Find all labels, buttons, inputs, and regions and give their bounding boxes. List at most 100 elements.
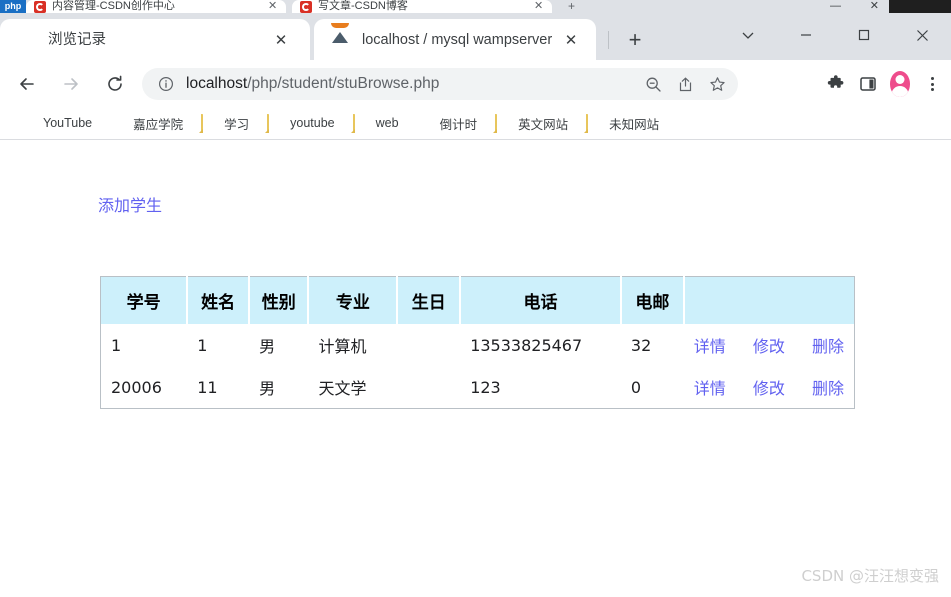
watermark: CSDN @汪汪想变强: [801, 567, 939, 585]
three-dot-menu-icon[interactable]: [917, 68, 947, 100]
cell-email: 32: [630, 335, 652, 355]
tab-browse-history-close-icon[interactable]: ✕: [270, 29, 292, 51]
minimize-icon[interactable]: [777, 20, 835, 50]
background-minimize-button[interactable]: —: [830, 0, 841, 13]
bookmark-label: 英文网站: [518, 117, 569, 132]
phpmyadmin-icon: [330, 22, 350, 50]
reload-icon[interactable]: [100, 69, 130, 99]
toolbar-right-actions: [819, 68, 947, 100]
cell-birthday: [397, 366, 460, 409]
add-student-link[interactable]: 添加学生: [98, 192, 162, 216]
bookmark-label: web: [375, 116, 399, 130]
student-table-body: 1 1 男 计算机 13533825467 32 详情 修改 删除 20006 …: [101, 324, 855, 409]
background-tab-2[interactable]: 写文章-CSDN博客: [292, 0, 552, 13]
maximize-icon[interactable]: [835, 20, 893, 50]
bookmark-label: YouTube: [43, 116, 93, 130]
background-window-badge: php: [0, 0, 26, 13]
tab-phpmyadmin-title: localhost / mysql wampserver: [362, 31, 553, 48]
youtube-icon: [20, 115, 36, 131]
browser-toolbar: localhost/php/student/stuBrowse.php: [0, 60, 951, 107]
info-circle-icon[interactable]: [158, 76, 174, 92]
edit-link[interactable]: 修改: [753, 379, 785, 398]
cell-sex: 男: [259, 337, 276, 356]
column-header-email: 电邮: [620, 276, 685, 324]
new-tab-button[interactable]: +: [622, 27, 648, 53]
folder-icon: [352, 114, 369, 133]
bookmark-youtube[interactable]: YouTube: [12, 111, 100, 135]
cell-major: 计算机: [318, 337, 367, 356]
bookmark-label: youtube: [290, 116, 335, 130]
bookmark-folder-web[interactable]: web: [345, 111, 407, 135]
detail-link[interactable]: 详情: [694, 337, 726, 356]
folder-icon: [267, 114, 283, 133]
bookmark-folder-english-sites[interactable]: 英文网站: [487, 111, 576, 135]
bookmark-folder-study[interactable]: 学习: [193, 111, 257, 135]
bookmark-folder-youtube[interactable]: youtube: [259, 111, 342, 135]
csdn-icon: [34, 1, 46, 13]
tab-phpmyadmin[interactable]: localhost / mysql wampserver ✕: [314, 19, 596, 60]
background-window-right-edge: [889, 0, 951, 13]
tab-phpmyadmin-close-icon[interactable]: ✕: [560, 29, 582, 51]
address-bar-actions: [634, 68, 730, 100]
column-header-major: 专业: [308, 276, 399, 324]
cell-birthday: [397, 324, 460, 366]
delete-link[interactable]: 删除: [812, 337, 844, 356]
background-tab-2-title: 写文章-CSDN博客: [318, 0, 408, 12]
delete-link[interactable]: 删除: [812, 379, 844, 398]
cell-phone: 13533825467: [470, 335, 583, 355]
close-icon[interactable]: [893, 20, 951, 50]
background-tab-1[interactable]: 内容管理-CSDN创作中心: [26, 0, 286, 13]
column-header-sex: 性别: [249, 276, 310, 324]
column-header-phone: 电话: [460, 276, 622, 324]
tab-strip: 浏览记录 ✕ localhost / mysql wampserver ✕ +: [0, 13, 951, 60]
student-table: 学号 姓名 性别 专业 生日 电话 电邮 1 1 男 计算机 135338254…: [100, 276, 855, 409]
cell-name: 11: [197, 377, 218, 397]
table-row: 1 1 男 计算机 13533825467 32 详情 修改 删除: [101, 324, 855, 366]
share-icon[interactable]: [672, 71, 698, 97]
csdn-icon: [300, 1, 312, 13]
star-icon[interactable]: [704, 71, 730, 97]
cell-name: 1: [197, 335, 208, 355]
browser-window: 浏览记录 ✕ localhost / mysql wampserver ✕ +: [0, 13, 951, 597]
bookmark-label: 未知网站: [609, 117, 660, 132]
cell-sex: 男: [259, 379, 276, 398]
edit-link[interactable]: 修改: [753, 337, 785, 356]
bookmark-label: 倒计时: [439, 117, 478, 132]
zoom-out-icon[interactable]: [640, 71, 666, 97]
puzzle-icon[interactable]: [821, 68, 851, 100]
tab-browse-history[interactable]: 浏览记录 ✕: [0, 19, 310, 60]
cell-id: 1: [111, 335, 122, 355]
cell-id: 20006: [111, 377, 162, 397]
background-tab-2-close[interactable]: ✕: [534, 0, 543, 13]
wamp-w-icon: [16, 30, 36, 50]
column-header-birthday: 生日: [397, 276, 462, 324]
table-row: 20006 11 男 天文学 123 0 详情 修改 删除: [101, 366, 855, 409]
bookmark-label: 学习: [224, 117, 250, 132]
column-header-actions: [683, 276, 855, 324]
cell-actions: 详情 修改 删除: [684, 366, 855, 409]
bookmark-label: 嘉应学院: [133, 117, 184, 132]
bookmarks-bar: YouTube 嘉应学院 学习 youtube web 倒计时 英文网站 未知网…: [0, 107, 951, 140]
background-new-tab-button[interactable]: +: [568, 0, 575, 13]
background-close-button[interactable]: ✕: [870, 0, 879, 13]
background-window-tabstrip: php 内容管理-CSDN创作中心 ✕ 写文章-CSDN博客 ✕ + — ✕: [0, 0, 951, 13]
bookmark-countdown[interactable]: 倒计时: [409, 111, 486, 135]
blue-circle-icon: [110, 115, 126, 131]
tab-search-chevron-down-icon[interactable]: [719, 20, 777, 50]
detail-link[interactable]: 详情: [694, 379, 726, 398]
bookmark-folder-unknown-sites[interactable]: 未知网站: [578, 111, 667, 135]
avatar[interactable]: [885, 68, 915, 100]
url-path: /php/student/stuBrowse.php: [247, 75, 440, 92]
back-arrow-icon[interactable]: [12, 69, 42, 99]
student-table-head: 学号 姓名 性别 专业 生日 电话 电邮: [100, 276, 855, 324]
address-bar-url: localhost/php/student/stuBrowse.php: [186, 74, 439, 94]
tab-browse-history-title: 浏览记录: [48, 31, 106, 48]
side-panel-icon[interactable]: [853, 68, 883, 100]
cell-email: 0: [630, 377, 642, 397]
background-tab-1-close[interactable]: ✕: [268, 0, 277, 13]
forward-arrow-icon[interactable]: [56, 69, 86, 99]
window-controls: [719, 20, 951, 50]
table-header-row: 学号 姓名 性别 专业 生日 电话 电邮: [100, 276, 855, 324]
bookmark-jiaying-college[interactable]: 嘉应学院: [102, 111, 191, 135]
address-bar[interactable]: localhost/php/student/stuBrowse.php: [142, 68, 738, 100]
